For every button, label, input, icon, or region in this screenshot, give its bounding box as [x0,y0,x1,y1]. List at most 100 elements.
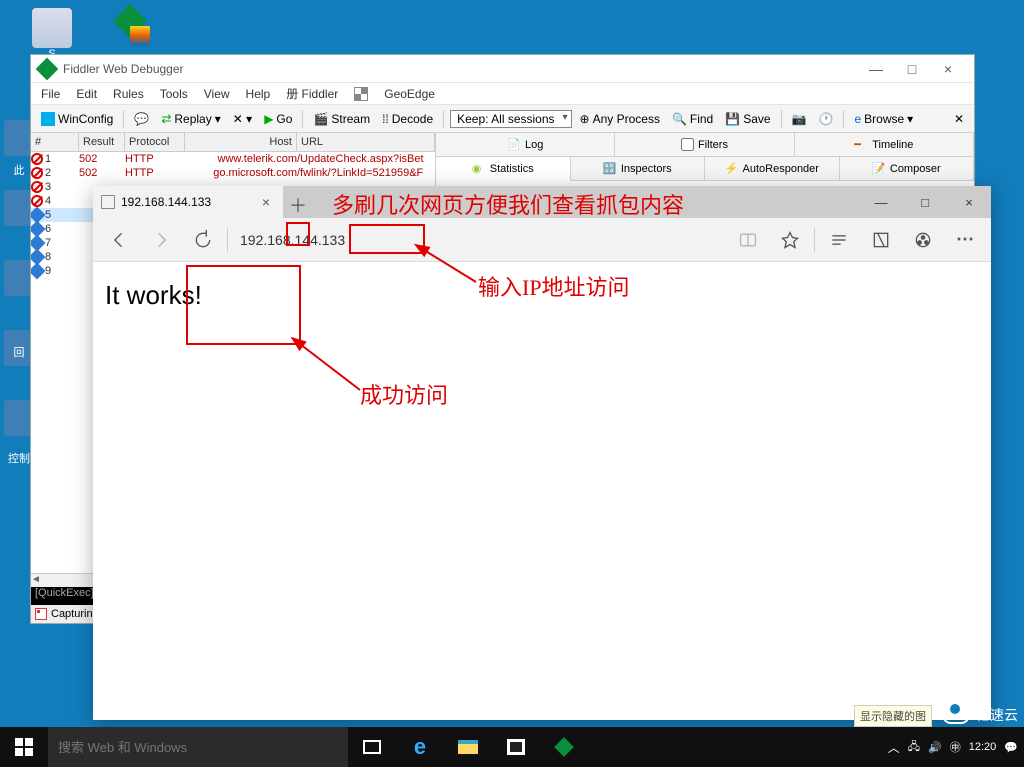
menu-edit[interactable]: Edit [76,87,97,101]
taskbar-apps: e [348,727,588,767]
tab-close-button[interactable]: × [257,194,275,210]
composer-icon: 📝 [872,162,886,176]
notes-button[interactable] [863,224,899,256]
log-icon: 📄 [507,138,521,152]
menu-file[interactable]: File [41,87,60,101]
menu-tools[interactable]: Tools [160,87,188,101]
tab-autoresponder[interactable]: ⚡AutoResponder [705,157,840,180]
screenshot-button[interactable]: 📷 [788,112,811,126]
desktop-user-icon[interactable]: S [22,8,82,60]
tab-filters[interactable]: Filters [615,133,794,156]
edge-tab-active[interactable]: 192.168.144.133 × [93,186,283,218]
taskbar-store[interactable] [492,727,540,767]
edge-min-button[interactable]: — [859,186,903,218]
watermark: 亿速云 [942,705,1018,725]
tray-ime-icon[interactable]: ㊥ [950,739,961,755]
menu-help[interactable]: Help [246,87,271,101]
edge-icon: e [414,734,426,760]
col-result[interactable]: Result [79,133,125,151]
windows-icon [41,112,55,126]
session-row[interactable]: 1502HTTPwww.telerik.com/UpdateCheck.aspx… [31,152,435,166]
tab-statistics[interactable]: ◉Statistics [436,157,571,181]
taskview-button[interactable] [348,727,396,767]
edge-close-button[interactable]: × [947,186,991,218]
menu-geoedge[interactable]: GeoEdge [384,87,435,101]
play-icon: ▶ [264,112,273,126]
menu-register[interactable]: 册 Fiddler [286,85,338,102]
tray-network-icon[interactable]: 🖧 [908,738,920,757]
camera-icon: 📷 [792,112,807,126]
tab-inspectors[interactable]: 🔡Inspectors [571,157,706,180]
fiddler-min-button[interactable]: — [858,61,894,77]
tray-chevron-icon[interactable]: ︿ [888,739,900,756]
col-host[interactable]: Host [185,133,297,151]
share-button[interactable] [905,224,941,256]
tab-timeline[interactable]: ━Timeline [795,133,974,156]
tab-page-icon [101,195,115,209]
anyprocess-button[interactable]: ⊕Any Process [576,112,664,126]
tab-log[interactable]: 📄Log [436,133,615,156]
refresh-button[interactable] [185,224,221,256]
tray-volume-icon[interactable]: 🔊 [928,741,942,754]
filters-checkbox[interactable] [681,138,694,151]
tab-label: 192.168.144.133 [121,195,211,209]
col-protocol[interactable]: Protocol [125,133,185,151]
find-icon: 🔍 [672,112,687,126]
taskbar-fiddler[interactable] [540,727,588,767]
stream-button[interactable]: 🎬Stream [309,112,374,126]
taskbar: e ︿ 🖧 🔊 ㊥ 12:20 💬 [0,727,1024,767]
col-url[interactable]: URL [297,133,435,151]
save-icon: 💾 [725,112,740,126]
tray-notification-icon[interactable]: 💬 [1004,741,1018,754]
session-row[interactable]: 2502HTTPgo.microsoft.com/fwlink/?LinkId=… [31,166,435,180]
inspectors-icon: 🔡 [603,162,617,176]
fiddler-max-button[interactable]: □ [894,61,930,77]
address-bar[interactable] [234,225,724,255]
fiddler-taskbar-icon [554,737,574,757]
watermark-text: 亿速云 [976,705,1018,725]
new-tab-button[interactable]: ＋ [283,192,313,218]
decode-button[interactable]: ⁞⁞Decode [378,112,437,126]
taskbar-edge[interactable]: e [396,727,444,767]
cloud-icon [942,706,970,724]
favorite-button[interactable] [772,224,808,256]
back-button[interactable] [101,224,137,256]
keep-dropdown[interactable]: Keep: All sessions [450,110,571,128]
comment-button[interactable]: 💬 [130,112,153,126]
desktop-fiddler-icon[interactable] [100,6,160,46]
taskbar-tray: ︿ 🖧 🔊 ㊥ 12:20 💬 [882,727,1024,767]
forward-button[interactable] [143,224,179,256]
taskbar-search[interactable] [48,727,348,767]
hub-button[interactable] [821,224,857,256]
timer-button[interactable]: 🕐 [815,112,838,126]
taskbar-explorer[interactable] [444,727,492,767]
toolbar-close-button[interactable]: ✕ [950,112,968,126]
fiddler-close-button[interactable]: × [930,61,966,77]
tray-time[interactable]: 12:20 [969,741,997,753]
replay-button[interactable]: ⇄Replay ▾ [157,112,224,126]
decode-icon: ⁞⁞ [382,112,389,126]
tab-composer[interactable]: 📝Composer [840,157,975,180]
ie-icon: e [854,112,861,126]
fiddler-menubar: File Edit Rules Tools View Help 册 Fiddle… [31,83,974,105]
capturing-label[interactable]: Capturing [51,608,99,620]
menu-view[interactable]: View [204,87,230,101]
winconfig-button[interactable]: WinConfig [37,112,117,126]
fiddler-titlebar[interactable]: Fiddler Web Debugger — □ × [31,55,974,83]
taskview-icon [363,740,381,754]
go-button[interactable]: ▶Go [260,112,296,126]
remove-button[interactable]: ✕ ▾ [229,112,256,126]
menu-rules[interactable]: Rules [113,87,144,101]
col-num[interactable]: # [31,133,79,151]
stats-icon: ◉ [472,162,486,176]
more-button[interactable]: ⋯ [947,224,983,256]
fiddler-title: Fiddler Web Debugger [63,62,858,76]
edge-window: 192.168.144.133 × ＋ — □ × ⋯ It works! [93,186,991,720]
browse-button[interactable]: eBrowse ▾ [850,112,917,126]
save-button[interactable]: 💾Save [721,112,774,126]
find-button[interactable]: 🔍Find [668,112,717,126]
start-button[interactable] [0,727,48,767]
edge-max-button[interactable]: □ [903,186,947,218]
edge-toolbar: ⋯ [93,218,991,262]
reading-view-button[interactable] [730,224,766,256]
